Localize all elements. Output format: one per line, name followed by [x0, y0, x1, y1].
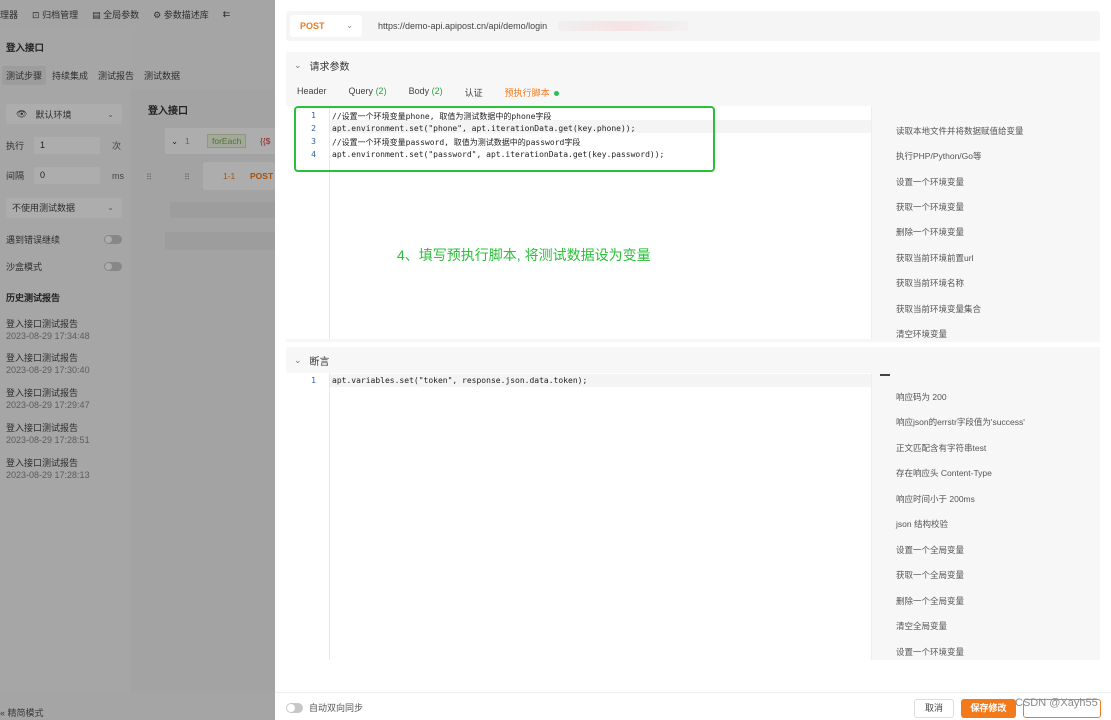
tab-pre-script[interactable]: 预执行脚本	[505, 86, 559, 99]
background-page: 理器 ⊡ 归档管理 ▤ 全局参数 ⚙ 参数描述库 ⇇ 登入接口 测试步骤 持续集…	[0, 0, 275, 720]
snippet-item[interactable]: 获取当前环境变量集合	[896, 303, 981, 315]
param-tabs: Header Query (2) Body (2) 认证 预执行脚本	[286, 86, 559, 99]
annotation-text: 4、填写预执行脚本, 将测试数据设为变量	[397, 247, 651, 263]
drawer-footer: 自动双向同步 取消 保存修改 CSDN @Xayh55	[275, 692, 1111, 720]
snippet-item[interactable]: 正文匹配含有字符串test	[896, 442, 986, 454]
tab-body-label: Body	[408, 86, 430, 96]
snippet-item[interactable]: 获取当前环境前置url	[896, 252, 973, 264]
snippet-item[interactable]: 获取一个环境变量	[896, 201, 964, 213]
chevron-down-icon: ⌄	[294, 354, 302, 365]
url-bar: POST ⌄ https://demo-api.apipost.cn/api/d…	[286, 11, 1100, 41]
section-title: 断言	[309, 356, 330, 368]
snippet-item[interactable]: 获取一个全局变量	[896, 569, 964, 581]
snippet-item[interactable]: 清空全局变量	[896, 620, 947, 632]
section-title: 请求参数	[309, 61, 350, 73]
auto-sync-label: 自动双向同步	[309, 703, 364, 713]
snippet-item[interactable]: 删除一个全局变量	[896, 595, 964, 607]
snippet-item[interactable]: 响应时间小于 200ms	[896, 493, 975, 505]
auto-sync-toggle[interactable]	[286, 703, 303, 713]
snippet-item[interactable]: json 结构校验	[896, 518, 948, 530]
method-select[interactable]: POST ⌄	[290, 15, 362, 37]
cancel-button[interactable]: 取消	[914, 699, 954, 718]
tab-header[interactable]: Header	[297, 86, 327, 99]
modal-overlay[interactable]	[0, 0, 275, 720]
tab-pre-script-label: 预执行脚本	[504, 88, 550, 98]
tab-auth[interactable]: 认证	[465, 86, 483, 99]
snippet-item[interactable]: 设置一个全局变量	[896, 544, 964, 556]
tab-query-label: Query	[348, 86, 374, 96]
line-number: 1	[311, 376, 316, 385]
tab-query[interactable]: Query (2)	[349, 86, 387, 99]
save-button[interactable]: 保存修改	[961, 699, 1016, 718]
pre-script-snippets: 读取本地文件并将数据赋值给变量 执行PHP/Python/Go等 设置一个环境变…	[880, 108, 1100, 339]
snippet-item[interactable]: 设置一个环境变量	[896, 646, 964, 658]
scroll-marker	[880, 374, 890, 376]
assertion-editor[interactable]: 1 apt.variables.set("token", response.js…	[286, 373, 872, 660]
chevron-down-icon: ⌄	[346, 21, 353, 30]
snippet-item[interactable]: 响应json的errstr字段值为'success'	[896, 416, 1025, 428]
redacted-region	[558, 21, 688, 31]
line-gutter	[286, 373, 330, 660]
tab-body-count: (2)	[431, 86, 443, 96]
snippet-item[interactable]: 清空环境变量	[896, 328, 947, 339]
request-params-header[interactable]: ⌄ 请求参数	[286, 52, 1100, 78]
snippet-item[interactable]: 响应码为 200	[896, 391, 947, 403]
snippet-item[interactable]: 获取当前环境名称	[896, 277, 964, 289]
snippet-item[interactable]: 设置一个环境变量	[896, 176, 964, 188]
assertion-header[interactable]: ⌄ 断言	[286, 347, 1100, 373]
snippet-item[interactable]: 删除一个环境变量	[896, 226, 964, 238]
assertion-snippets: 响应码为 200 响应json的errstr字段值为'success' 正文匹配…	[880, 373, 1100, 660]
snippet-item[interactable]: 存在响应头 Content-Type	[896, 467, 992, 479]
tab-body[interactable]: Body (2)	[409, 86, 443, 99]
watermark: CSDN @Xayh55	[1015, 697, 1098, 709]
method-value: POST	[300, 21, 325, 31]
active-dot-icon	[553, 91, 559, 97]
code-line: apt.variables.set("token", response.json…	[332, 376, 588, 385]
chevron-down-icon: ⌄	[294, 59, 302, 70]
app-root: 理器 ⊡ 归档管理 ▤ 全局参数 ⚙ 参数描述库 ⇇ 登入接口 测试步骤 持续集…	[0, 0, 1111, 720]
snippet-item[interactable]: 执行PHP/Python/Go等	[896, 150, 982, 162]
tab-query-count: (2)	[375, 86, 387, 96]
annotation-highlight-box	[294, 106, 715, 172]
url-input[interactable]: https://demo-api.apipost.cn/api/demo/log…	[378, 11, 547, 41]
snippet-item[interactable]: 读取本地文件并将数据赋值给变量	[896, 125, 1024, 137]
